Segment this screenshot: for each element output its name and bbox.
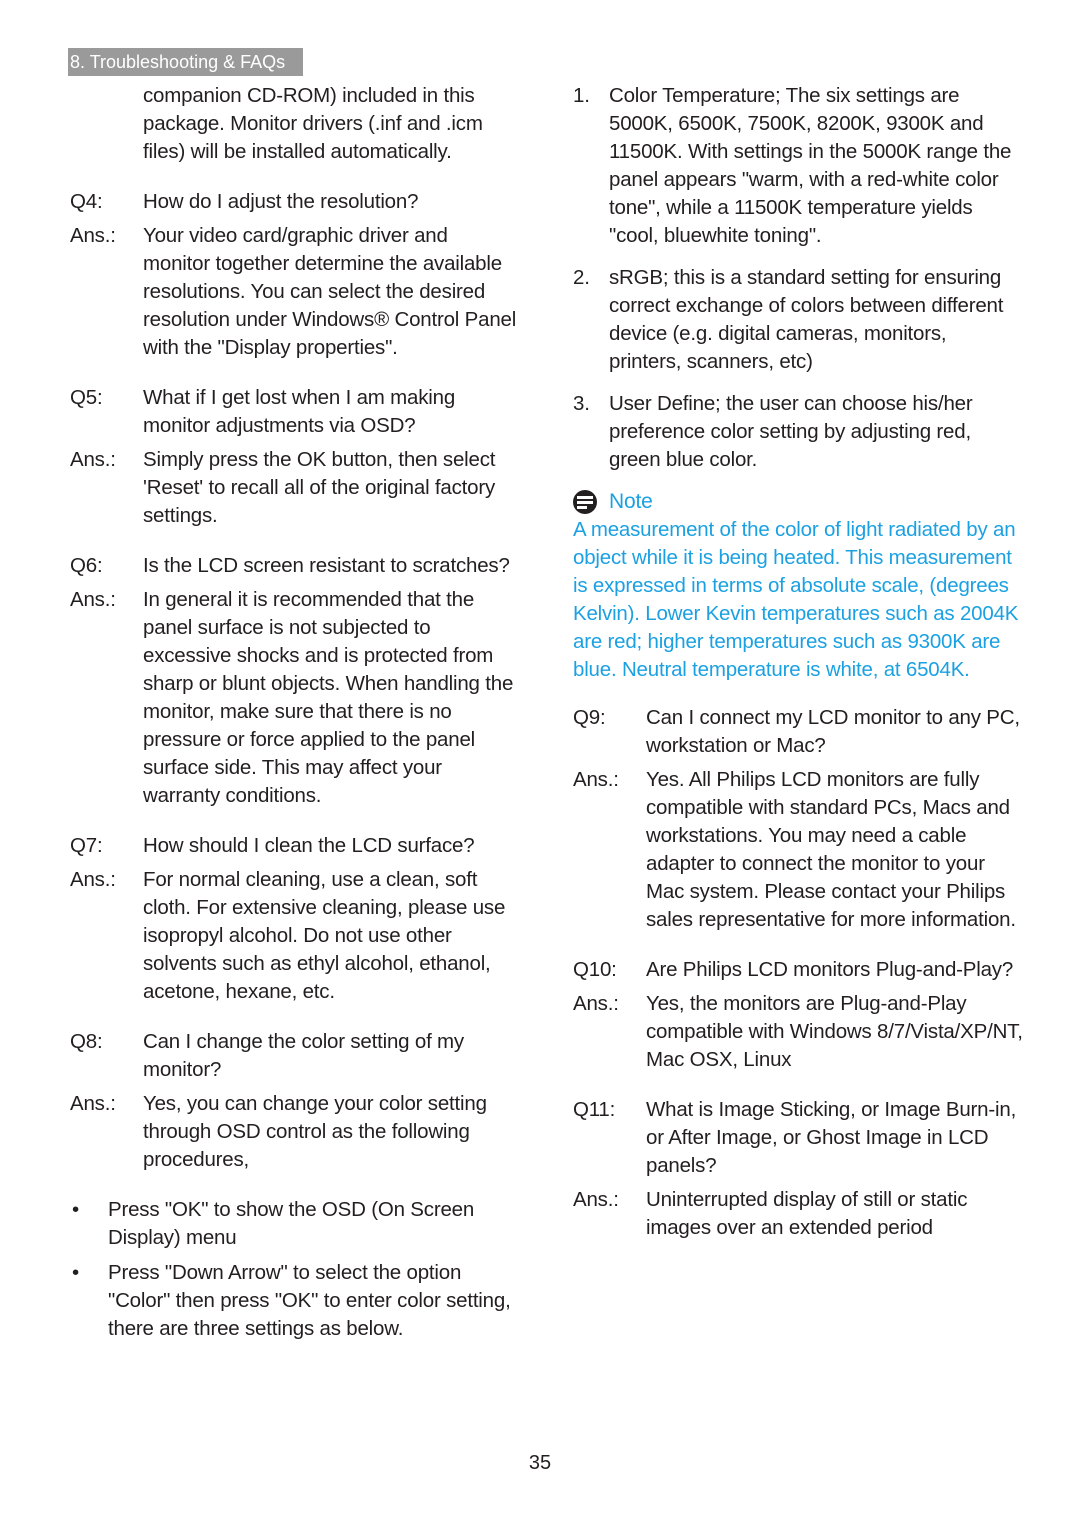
question-text: What if I get lost when I am making moni…	[143, 386, 456, 437]
answer-text: For normal cleaning, use a clean, soft c…	[143, 868, 506, 1003]
question-label: Q7:	[70, 834, 103, 857]
question-label: Q6:	[70, 554, 103, 577]
right-column: 1. Color Temperature; The six settings ar…	[573, 82, 1023, 1264]
faq-q11: Q11: What is Image Sticking, or Image Bur…	[573, 1096, 1023, 1242]
item-number: 3.	[573, 392, 590, 415]
faq-q10: Q10: Are Philips LCD monitors Plug-and-Pl…	[573, 956, 1023, 1074]
item-number: 1.	[573, 84, 590, 107]
question-text: How do I adjust the resolution?	[143, 190, 419, 213]
answer-label: Ans.:	[70, 224, 116, 247]
note-icon	[573, 490, 597, 514]
intro-paragraph: companion CD-ROM) included in this packa…	[143, 84, 483, 163]
answer-text: Uninterrupted display of still or static…	[646, 1188, 968, 1239]
item-text: Color Temperature; The six settings are …	[609, 84, 1012, 247]
numbered-item: 1. Color Temperature; The six settings ar…	[573, 82, 1023, 250]
answer-label: Ans.:	[573, 768, 619, 791]
answer-label: Ans.:	[70, 588, 116, 611]
question-text: Can I connect my LCD monitor to any PC, …	[646, 706, 1020, 757]
question-label: Q9:	[573, 706, 606, 729]
answer-label: Ans.:	[70, 448, 116, 471]
question-label: Q5:	[70, 386, 103, 409]
question-text: What is Image Sticking, or Image Burn-in…	[646, 1098, 1017, 1177]
bullet-icon: •	[72, 1198, 79, 1221]
question-label: Q8:	[70, 1030, 103, 1053]
answer-text: In general it is recommended that the pa…	[143, 588, 514, 807]
question-text: How should I clean the LCD surface?	[143, 834, 475, 857]
answer-text: Your video card/graphic driver and monit…	[143, 224, 517, 359]
numbered-item: 2. sRGB; this is a standard setting for e…	[573, 264, 1023, 376]
numbered-item: 3. User Define; the user can choose his/h…	[573, 390, 1023, 474]
question-text: Can I change the color setting of my mon…	[143, 1030, 464, 1081]
bullet-item: • Press "OK" to show the OSD (On Screen D…	[70, 1196, 520, 1252]
bullet-text: Press "Down Arrow" to select the option …	[108, 1261, 511, 1340]
bullet-item: • Press "Down Arrow" to select the option…	[70, 1259, 520, 1343]
item-number: 2.	[573, 266, 590, 289]
note-heading: Note	[573, 488, 1023, 516]
question-text: Is the LCD screen resistant to scratches…	[143, 554, 510, 577]
page-number: 35	[528, 1452, 552, 1474]
faq-q4: Q4: How do I adjust the resolution? Ans.:…	[70, 188, 520, 362]
question-label: Q10:	[573, 958, 617, 981]
left-column: companion CD-ROM) included in this packa…	[70, 82, 520, 1350]
note-body: A measurement of the color of light radi…	[573, 518, 1019, 681]
faq-q7: Q7: How should I clean the LCD surface? A…	[70, 832, 520, 1006]
question-label: Q11:	[573, 1098, 616, 1121]
item-text: User Define; the user can choose his/her…	[609, 392, 973, 471]
answer-text: Simply press the OK button, then select …	[143, 448, 496, 527]
faq-q6: Q6: Is the LCD screen resistant to scratc…	[70, 552, 520, 810]
faq-q9: Q9: Can I connect my LCD monitor to any P…	[573, 704, 1023, 934]
section-tab: 8. Troubleshooting & FAQs	[68, 48, 303, 76]
note-title: Note	[609, 490, 653, 513]
question-label: Q4:	[70, 190, 103, 213]
answer-label: Ans.:	[70, 868, 116, 891]
answer-text: Yes, you can change your color setting t…	[143, 1092, 487, 1171]
bullet-icon: •	[72, 1261, 79, 1284]
answer-label: Ans.:	[573, 1188, 619, 1211]
faq-q5: Q5: What if I get lost when I am making m…	[70, 384, 520, 530]
answer-text: Yes. All Philips LCD monitors are fully …	[646, 768, 1016, 931]
answer-label: Ans.:	[573, 992, 619, 1015]
bullet-text: Press "OK" to show the OSD (On Screen Di…	[108, 1198, 475, 1249]
question-text: Are Philips LCD monitors Plug-and-Play?	[646, 958, 1014, 981]
answer-text: Yes, the monitors are Plug-and-Play comp…	[646, 992, 1023, 1071]
item-text: sRGB; this is a standard setting for ens…	[609, 266, 1004, 373]
faq-q8: Q8: Can I change the color setting of my …	[70, 1028, 520, 1174]
answer-label: Ans.:	[70, 1092, 116, 1115]
